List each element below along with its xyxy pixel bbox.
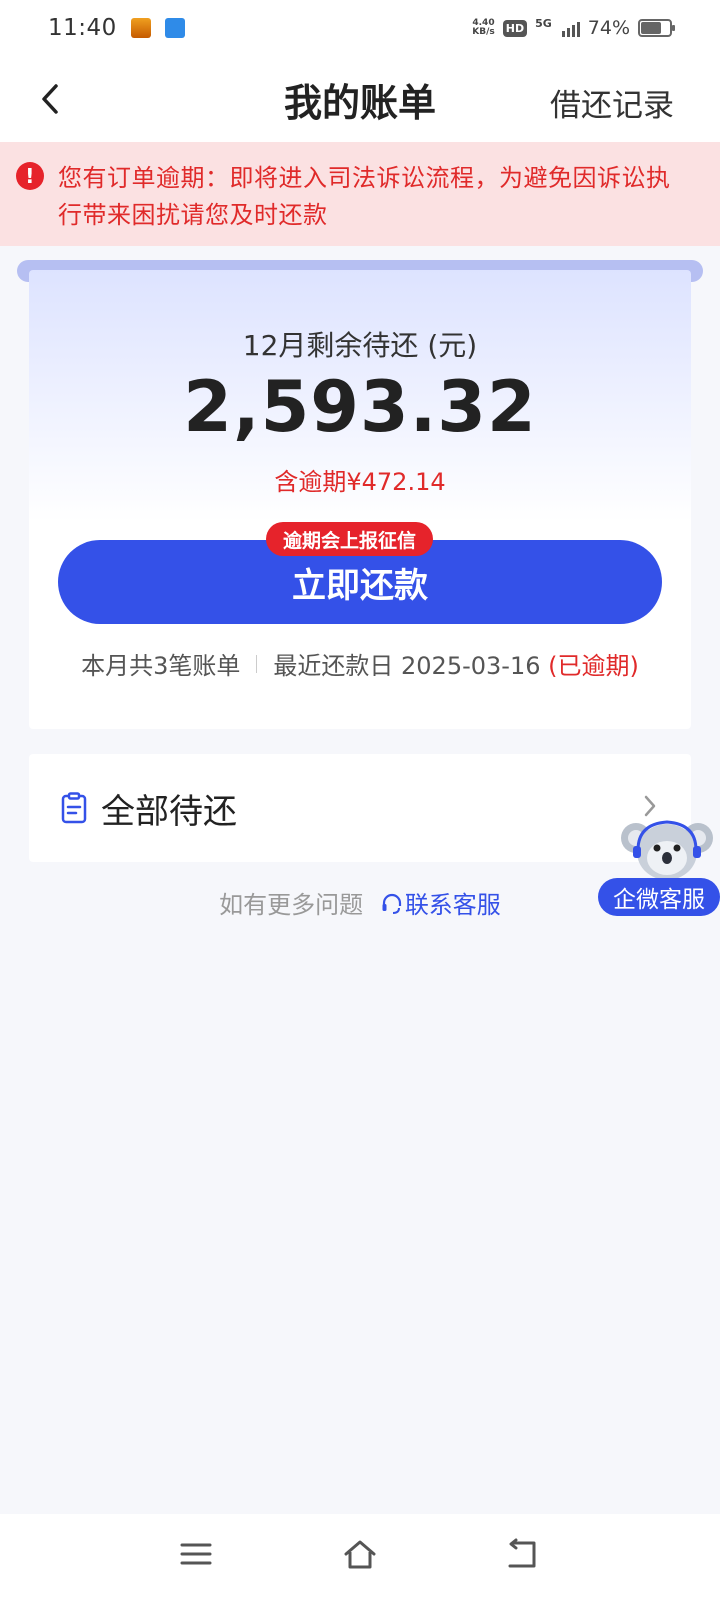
status-right: 4.40 KB/s HD 5G 74% [472, 17, 675, 39]
due-date: 最近还款日 2025-03-16 [273, 652, 541, 680]
signal-icon [561, 19, 580, 37]
system-nav-bar [0, 1514, 720, 1600]
network-type: 5G [535, 17, 552, 30]
all-pending-label: 全部待还 [101, 791, 237, 832]
app-notification-icon [164, 18, 185, 38]
borrow-repay-records-link[interactable]: 借还记录 [550, 80, 674, 125]
battery-percent: 74% [587, 17, 630, 39]
status-time: 11:40 [48, 15, 117, 41]
contact-support-link[interactable]: 联系客服 [371, 891, 501, 919]
wecom-support-label: 企微客服 [598, 878, 720, 916]
status-left: 11:40 [48, 15, 185, 41]
divider [256, 654, 258, 673]
home-icon[interactable] [342, 1536, 378, 1572]
bill-card: 12月剩余待还 (元) 2,593.32 含逾期¥472.14 立即还款 逾期会… [29, 270, 691, 729]
app-notification-icon [130, 18, 151, 38]
remaining-amount: 2,593.32 [183, 366, 537, 448]
battery-icon [638, 19, 675, 37]
hd-icon: HD [502, 19, 528, 37]
due-date-wrap: 最近还款日 2025-03-16 (已逾期) [273, 646, 638, 681]
headset-icon [382, 893, 401, 914]
bill-summary: 本月共3笔账单 最近还款日 2025-03-16 (已逾期) [29, 646, 691, 681]
help-text: 如有更多问题 [219, 891, 364, 919]
menu-icon[interactable] [178, 1536, 214, 1572]
alert-text: 您有订单逾期：即将进入司法诉讼流程，为避免因诉讼执行带来困扰请您及时还款 [58, 164, 671, 229]
clipboard-icon [61, 792, 87, 824]
contact-support-label: 联系客服 [404, 891, 501, 919]
battery-level [641, 22, 662, 34]
overdue-amount: 含逾期¥472.14 [274, 468, 446, 496]
overdue-tag: (已逾期) [548, 652, 639, 680]
page-title: 我的账单 [283, 80, 436, 125]
net-speed-unit: KB/s [472, 27, 495, 37]
credit-report-badge: 逾期会上报征信 [266, 522, 434, 556]
overdue-alert-banner: ! 您有订单逾期：即将进入司法诉讼流程，为避免因诉讼执行带来困扰请您及时还款 [0, 142, 720, 246]
net-speed: 4.40 KB/s [472, 19, 494, 37]
all-pending-row[interactable]: 全部待还 [29, 754, 691, 862]
remaining-label: 12月剩余待还 (元) [242, 329, 478, 362]
back-arrow-icon[interactable] [36, 82, 66, 116]
nav-bar: 我的账单 借还记录 [0, 56, 720, 142]
exclamation-icon: ! [16, 162, 44, 190]
back-nav-icon[interactable] [504, 1536, 540, 1572]
status-bar: 11:40 4.40 KB/s HD 5G 74% [0, 0, 720, 56]
bill-count: 本月共3笔账单 [81, 652, 241, 680]
wecom-support-float[interactable]: 企微客服 [598, 810, 720, 916]
